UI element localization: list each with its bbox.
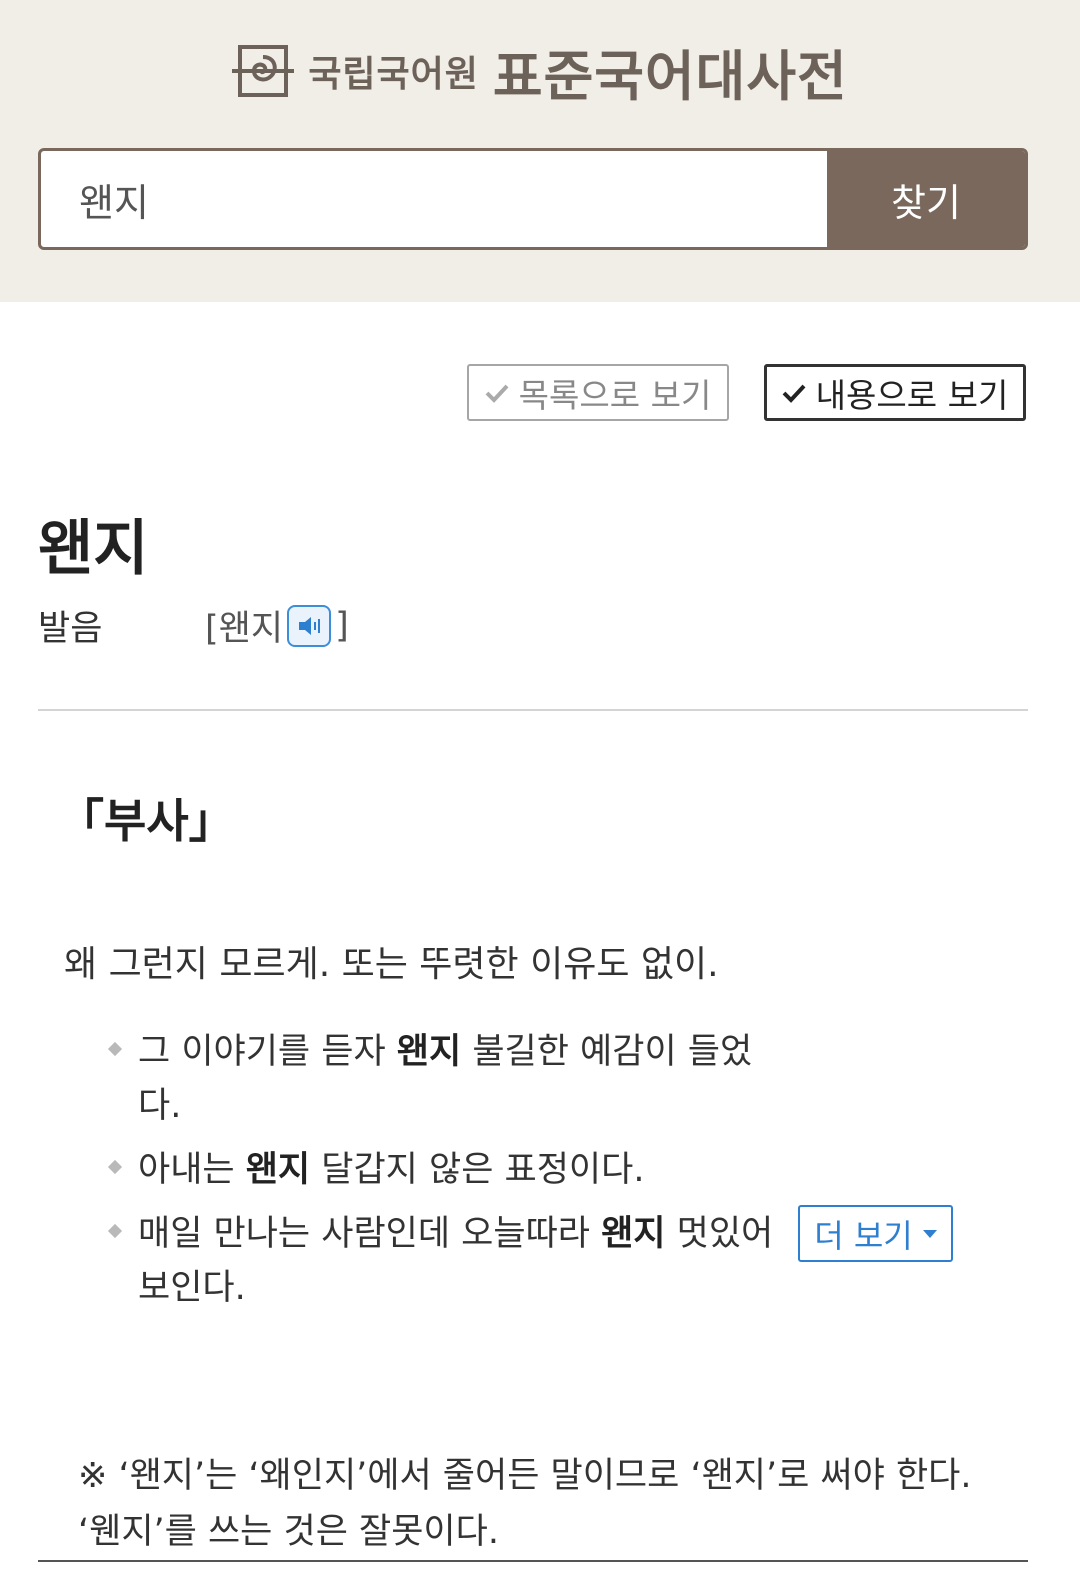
example-item: 매일 만나는 사람인데 오늘따라 왠지 멋있어 보인다. <box>106 1207 786 1315</box>
example-text: 매일 만나는 사람인데 오늘따라 <box>138 1214 602 1254</box>
pronunciation-label: 발음 <box>38 609 103 649</box>
usage-note: ※ ‘왠지’는 ‘왜인지’에서 줄어든 말이므로 ‘왠지’로 써야 한다. ‘웬… <box>78 1456 972 1552</box>
entry-headword: 왠지 <box>38 514 149 584</box>
view-as-list-button[interactable]: 목록으로 보기 <box>467 364 729 421</box>
bullet-diamond-icon <box>107 1041 123 1057</box>
example-item: 아내는 왠지 달갑지 않은 표정이다. <box>106 1143 786 1197</box>
logo-dictionary-name: 표준국어대사전 <box>492 44 848 108</box>
definition-text: 왜 그런지 모르게. 또는 뚜렷한 이유도 없이. <box>64 944 719 985</box>
example-item: 그 이야기를 듣자 왠지 불길한 예감이 들었다. <box>106 1025 786 1133</box>
example-text: 그 이야기를 듣자 <box>138 1032 397 1072</box>
play-pronunciation-button[interactable] <box>287 604 332 647</box>
show-more-button[interactable]: 더 보기 <box>798 1205 953 1262</box>
section-divider <box>38 709 1028 711</box>
pronunciation-close: ] <box>335 605 349 646</box>
example-keyword: 왠지 <box>601 1214 666 1254</box>
logo-org-name: 국립국어원 <box>308 54 479 95</box>
caret-down-icon <box>922 1229 937 1238</box>
example-list: 그 이야기를 듣자 왠지 불길한 예감이 들었다. 아내는 왠지 달갑지 않은 … <box>106 1025 786 1325</box>
bottom-divider <box>38 1560 1028 1562</box>
example-keyword: 왠지 <box>245 1150 311 1190</box>
view-as-list-label: 목록으로 보기 <box>518 375 712 415</box>
check-icon <box>485 384 509 403</box>
example-text: 아내는 <box>138 1150 246 1190</box>
view-as-content-button[interactable]: 내용으로 보기 <box>764 364 1026 421</box>
site-logo[interactable]: 국립국어원 표준국어대사전 <box>0 34 1080 108</box>
example-keyword: 왠지 <box>396 1032 462 1072</box>
bullet-diamond-icon <box>107 1159 123 1175</box>
pronunciation-value: [왠지 ] <box>205 600 349 651</box>
view-as-content-label: 내용으로 보기 <box>815 375 1009 415</box>
search-form: 찾기 <box>38 148 1028 250</box>
nikl-emblem-icon <box>232 45 295 97</box>
bullet-diamond-icon <box>107 1223 123 1239</box>
speaker-icon <box>299 616 321 635</box>
search-input[interactable] <box>41 151 827 247</box>
pronunciation-text: [왠지 <box>205 609 284 649</box>
search-button[interactable]: 찾기 <box>827 151 1025 247</box>
example-text: 달갑지 않은 표정이다. <box>310 1150 645 1190</box>
site-header: 국립국어원 표준국어대사전 찾기 <box>0 0 1080 302</box>
part-of-speech: 「부사」 <box>58 794 235 848</box>
show-more-label: 더 보기 <box>814 1216 913 1255</box>
check-icon <box>782 384 806 403</box>
